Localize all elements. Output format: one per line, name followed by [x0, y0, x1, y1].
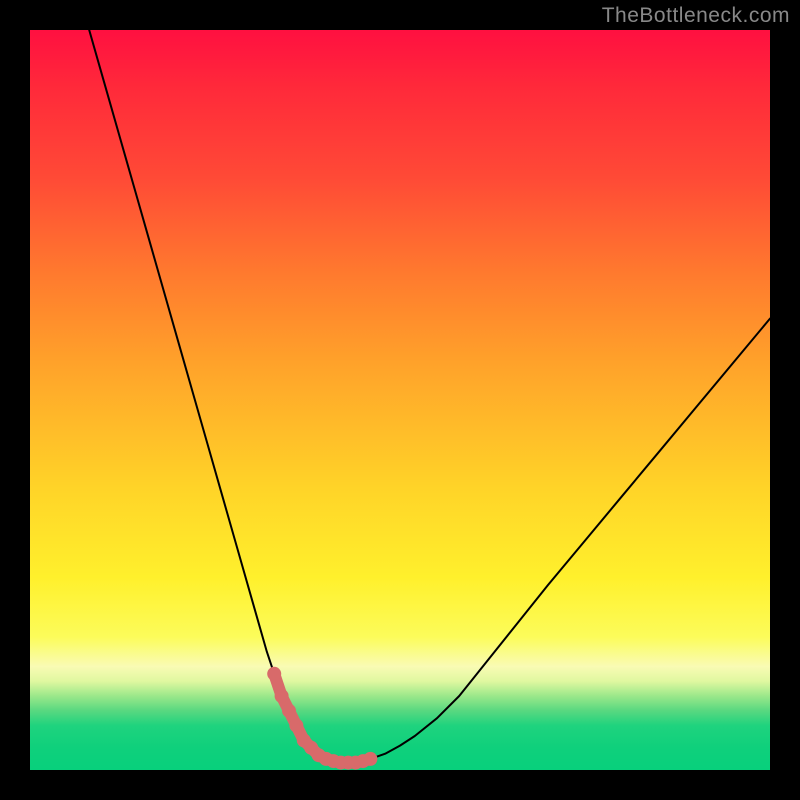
valley-dots — [267, 667, 377, 770]
bottleneck-curve — [89, 30, 770, 763]
chart-plot-area — [30, 30, 770, 770]
chart-stage: TheBottleneck.com — [0, 0, 800, 800]
chart-svg — [30, 30, 770, 770]
valley-dot — [363, 752, 377, 766]
valley-dot — [289, 719, 303, 733]
valley-dot — [267, 667, 281, 681]
watermark-text: TheBottleneck.com — [602, 4, 790, 28]
valley-dot — [282, 704, 296, 718]
valley-dot — [275, 689, 289, 703]
